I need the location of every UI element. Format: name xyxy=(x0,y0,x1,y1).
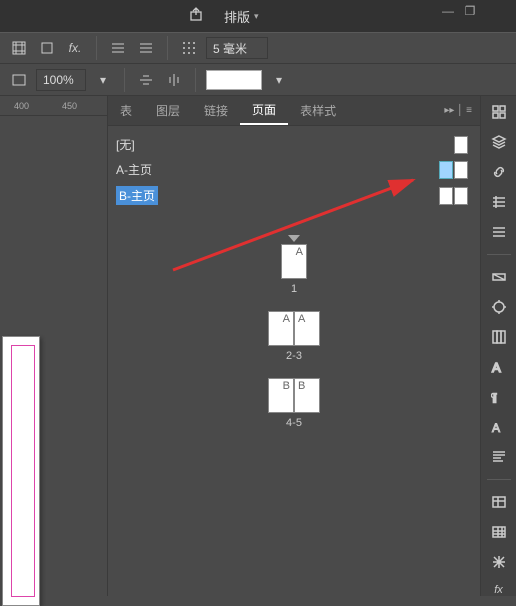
effects-icon[interactable] xyxy=(488,299,510,315)
separator xyxy=(487,254,511,255)
share-icon[interactable] xyxy=(188,6,204,27)
pages-panel: 表 图层 链接 页面 表样式 ▸▸ │ ≡ [无] A-主页 xyxy=(107,96,480,596)
window-restore-icon[interactable]: ❐ xyxy=(460,2,480,20)
page-thumb[interactable]: A xyxy=(281,244,307,279)
fx-panel-icon[interactable]: fx xyxy=(488,584,510,596)
page-number-label: 1 xyxy=(291,283,297,295)
master-label: B-主页 xyxy=(116,186,158,205)
window-minimize-icon[interactable]: — xyxy=(438,2,458,20)
paragraph-icon[interactable]: ¶ xyxy=(488,389,510,405)
separator xyxy=(487,479,511,480)
fill-color-swatch[interactable] xyxy=(206,70,262,90)
layout-dropdown-label: 排版 xyxy=(224,7,250,26)
rect-outline-icon[interactable] xyxy=(8,69,30,91)
layout-dropdown[interactable]: 排版 ▾ xyxy=(224,7,259,26)
ruler-tick: 400 xyxy=(14,101,29,111)
section-marker-icon xyxy=(288,235,300,242)
grid-snap-icon[interactable] xyxy=(178,37,200,59)
document-margin xyxy=(11,345,35,597)
svg-text:A: A xyxy=(492,421,500,435)
align-lines-icon[interactable] xyxy=(107,37,129,59)
fx-label[interactable]: fx. xyxy=(64,37,86,59)
crop-tool-icon[interactable] xyxy=(36,37,58,59)
frame-tool-icon[interactable] xyxy=(8,37,30,59)
swatches-icon[interactable] xyxy=(488,329,510,345)
page-thumb[interactable]: A xyxy=(294,311,320,346)
paragraph-styles-icon[interactable] xyxy=(488,449,510,465)
svg-text:A: A xyxy=(492,360,501,375)
table-panel-icon[interactable] xyxy=(488,494,510,510)
object-styles-icon[interactable] xyxy=(488,554,510,570)
tab-layers[interactable]: 图层 xyxy=(144,96,192,125)
toolbar-row-2: ▾ ▾ xyxy=(0,64,516,96)
canvas-area: 400 450 xyxy=(0,96,107,596)
page-item[interactable]: A 1 xyxy=(281,235,307,295)
master-label: A-主页 xyxy=(116,161,152,178)
page-item[interactable]: B B 4-5 xyxy=(268,378,320,429)
document-pages-list: A 1 A A 2-3 B B 4-5 xyxy=(108,215,480,449)
master-thumb-b xyxy=(439,187,468,205)
color-dropdown-icon[interactable]: ▾ xyxy=(268,69,290,91)
tab-table-styles[interactable]: 表样式 xyxy=(288,96,348,125)
page-thumb[interactable]: A xyxy=(268,311,294,346)
indent-value-input[interactable] xyxy=(206,37,268,59)
page-thumb[interactable]: B xyxy=(294,378,320,413)
panel-tabs: 表 图层 链接 页面 表样式 ▸▸ │ ≡ xyxy=(108,96,480,126)
align-center-h-icon[interactable] xyxy=(135,69,157,91)
page-number-label: 4-5 xyxy=(286,417,302,429)
page-item[interactable]: A A 2-3 xyxy=(268,311,320,362)
master-thumb-none xyxy=(454,136,468,154)
align-center-v-icon[interactable] xyxy=(163,69,185,91)
cell-styles-icon[interactable] xyxy=(488,524,510,540)
zoom-dropdown-icon[interactable]: ▾ xyxy=(92,69,114,91)
toolbar-row-1: fx. xyxy=(0,32,516,64)
document-page[interactable] xyxy=(2,336,40,606)
page-number-label: 2-3 xyxy=(286,350,302,362)
cc-libraries-icon[interactable] xyxy=(488,104,510,120)
links-icon[interactable] xyxy=(488,164,510,180)
align-panel-icon[interactable] xyxy=(488,194,510,210)
master-item-none[interactable]: [无] xyxy=(108,132,480,157)
master-thumb-a xyxy=(439,161,468,179)
ruler-tick: 450 xyxy=(62,101,77,111)
master-item-b[interactable]: B-主页 xyxy=(108,182,480,209)
right-icon-bar: A ¶ A fx xyxy=(480,96,516,596)
align-lines-alt-icon[interactable] xyxy=(135,37,157,59)
gradient-icon[interactable] xyxy=(488,269,510,285)
tab-table[interactable]: 表 xyxy=(108,96,144,125)
master-pages-list: [无] A-主页 B-主页 xyxy=(108,126,480,215)
layers-icon[interactable] xyxy=(488,134,510,150)
zoom-input[interactable] xyxy=(36,69,86,91)
tab-pages[interactable]: 页面 xyxy=(240,96,288,125)
character-icon[interactable]: A xyxy=(488,359,510,375)
character-styles-icon[interactable]: A xyxy=(488,419,510,435)
master-label: [无] xyxy=(116,136,135,153)
master-item-a[interactable]: A-主页 xyxy=(108,157,480,182)
top-menubar: 排版 ▾ — ❐ xyxy=(0,0,516,32)
panel-collapse-icon[interactable]: ▸▸ │ ≡ xyxy=(444,105,472,116)
horizontal-ruler: 400 450 xyxy=(0,96,107,116)
page-thumb[interactable]: B xyxy=(268,378,294,413)
svg-text:¶: ¶ xyxy=(491,392,497,404)
tab-links[interactable]: 链接 xyxy=(192,96,240,125)
stroke-panel-icon[interactable] xyxy=(488,224,510,240)
chevron-down-icon: ▾ xyxy=(254,11,259,22)
